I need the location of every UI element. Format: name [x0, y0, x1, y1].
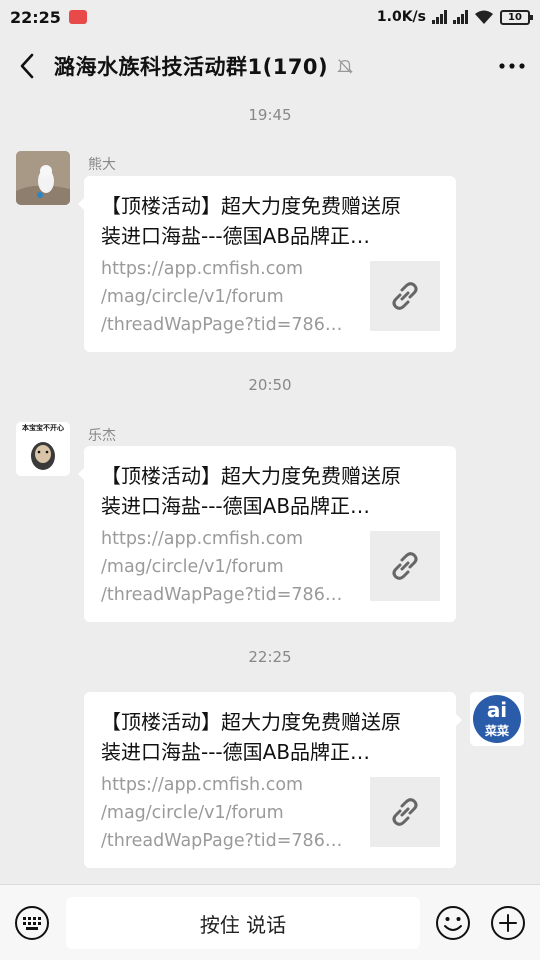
link-title: 【顶楼活动】超大力度免费赠送原 装进口海盐---德国AB品牌正…: [101, 194, 401, 248]
keyboard-toggle-button[interactable]: [14, 905, 50, 945]
avatar-bear-icon: [16, 151, 70, 205]
status-bar: 22:25 1.0K/s 10: [0, 0, 540, 34]
hold-to-talk-button[interactable]: 按住 说话: [66, 897, 420, 949]
keyboard-icon: [15, 906, 49, 940]
link-card[interactable]: 【顶楼活动】超大力度免费赠送原 装进口海盐---德国AB品牌正… https:/…: [78, 176, 456, 352]
chat-title: 潞海水族科技活动群1(170): [54, 55, 329, 79]
link-thumbnail: [370, 531, 440, 601]
link-thumbnail: [370, 777, 440, 847]
avatar-letter: ai: [486, 698, 508, 722]
input-bar: 按住 说话: [0, 884, 540, 960]
link-thumbnail: [370, 261, 440, 331]
battery-icon: 10: [500, 9, 533, 25]
link-url: https://app.cmfish.com /mag/circle/v1/fo…: [101, 259, 343, 335]
link-card[interactable]: 【顶楼活动】超大力度免费赠送原 装进口海盐---德国AB品牌正… https:/…: [84, 692, 462, 868]
chevron-left-icon: [20, 53, 34, 79]
link-title: 【顶楼活动】超大力度免费赠送原 装进口海盐---德国AB品牌正…: [101, 464, 401, 518]
mute-bell-icon: [337, 59, 353, 74]
signal-2-icon: [453, 10, 468, 24]
link-url: https://app.cmfish.com /mag/circle/v1/fo…: [101, 529, 343, 605]
avatar-caption: 菜菜: [484, 724, 509, 738]
message-timestamp: 19:45: [248, 106, 292, 124]
back-button[interactable]: [0, 34, 54, 98]
message-timestamp: 22:25: [248, 648, 292, 666]
sender-name: 乐杰: [88, 428, 116, 444]
add-more-button[interactable]: [490, 905, 526, 945]
avatar-caption: 本宝宝不开心: [22, 424, 64, 432]
signal-1-icon: [432, 10, 447, 24]
avatar[interactable]: 本宝宝不开心: [16, 422, 70, 476]
emoji-button[interactable]: [435, 905, 471, 945]
link-url: https://app.cmfish.com /mag/circle/v1/fo…: [101, 775, 343, 851]
sender-name: 熊大: [88, 157, 116, 173]
status-time: 22:25: [10, 7, 61, 27]
avatar[interactable]: [16, 151, 70, 205]
link-title: 【顶楼活动】超大力度免费赠送原 装进口海盐---德国AB品牌正…: [101, 710, 401, 764]
chat-header: 潞海水族科技活动群1(170): [0, 34, 540, 98]
network-speed: 1.0K/s: [376, 9, 426, 25]
more-dots-icon: [499, 63, 525, 69]
wifi-icon: [475, 10, 493, 24]
notification-app-icon: [68, 10, 87, 24]
avatar[interactable]: ai 菜菜: [470, 692, 524, 746]
link-chain-icon: [392, 552, 418, 580]
link-card[interactable]: 【顶楼活动】超大力度免费赠送原 装进口海盐---德国AB品牌正… https:/…: [78, 446, 456, 622]
plus-circle-icon: [491, 906, 525, 940]
link-chain-icon: [392, 282, 418, 310]
more-options-button[interactable]: [484, 34, 540, 98]
link-chain-icon: [392, 798, 418, 826]
message-list[interactable]: 19:45 熊大 【顶楼活动】超大力度免费赠送原 装进口海盐---德国AB品牌正…: [0, 98, 540, 884]
message-timestamp: 20:50: [248, 376, 292, 394]
smile-icon: [436, 906, 470, 940]
